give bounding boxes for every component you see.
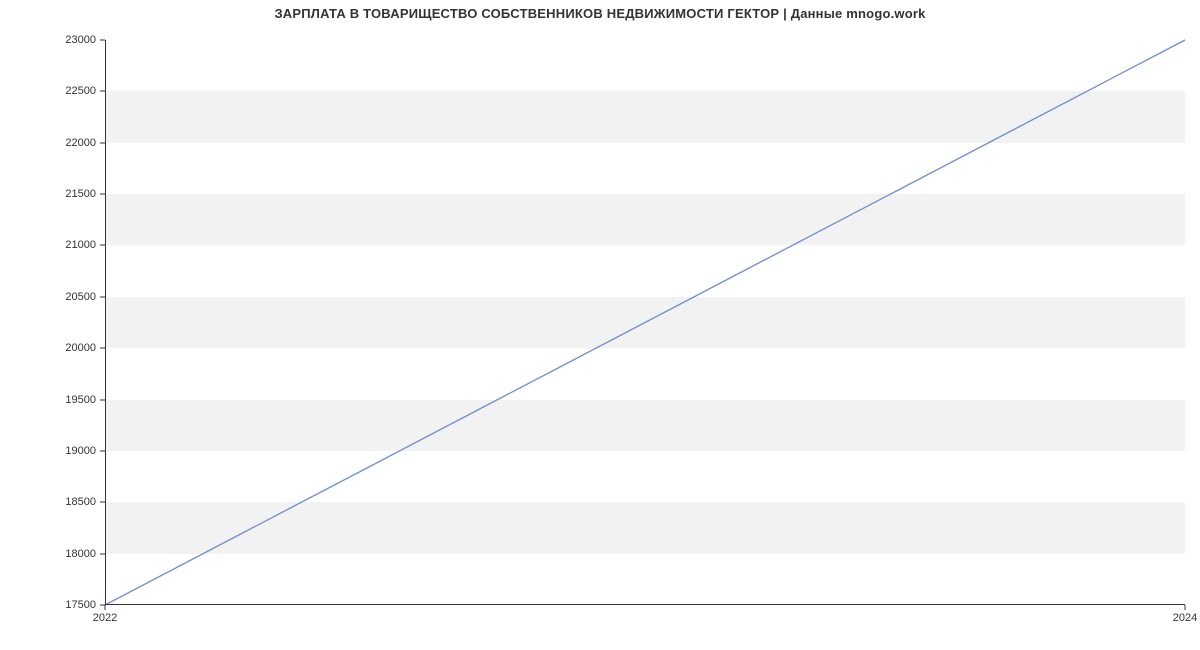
y-tick-mark bbox=[100, 245, 105, 246]
y-tick-label: 20500 bbox=[6, 291, 96, 303]
x-tick-mark bbox=[1185, 605, 1186, 610]
y-tick-label: 23000 bbox=[6, 34, 96, 46]
y-tick-mark bbox=[100, 142, 105, 143]
y-tick-label: 19500 bbox=[6, 394, 96, 406]
y-axis-line bbox=[105, 40, 106, 605]
y-tick-mark bbox=[100, 553, 105, 554]
x-tick-mark bbox=[105, 605, 106, 610]
series-line bbox=[105, 40, 1185, 605]
y-tick-label: 20000 bbox=[6, 342, 96, 354]
y-tick-label: 18000 bbox=[6, 548, 96, 560]
y-tick-label: 19000 bbox=[6, 445, 96, 457]
line-layer bbox=[105, 40, 1185, 605]
y-tick-mark bbox=[100, 502, 105, 503]
x-tick-label: 2022 bbox=[93, 612, 117, 624]
y-tick-mark bbox=[100, 296, 105, 297]
y-tick-label: 18500 bbox=[6, 496, 96, 508]
y-tick-label: 22000 bbox=[6, 137, 96, 149]
y-tick-mark bbox=[100, 40, 105, 41]
chart-title: ЗАРПЛАТА В ТОВАРИЩЕСТВО СОБСТВЕННИКОВ НЕ… bbox=[0, 6, 1200, 21]
y-tick-mark bbox=[100, 91, 105, 92]
y-tick-label: 21000 bbox=[6, 239, 96, 251]
y-tick-label: 21500 bbox=[6, 188, 96, 200]
y-tick-mark bbox=[100, 194, 105, 195]
y-tick-mark bbox=[100, 348, 105, 349]
x-axis-line bbox=[105, 604, 1185, 605]
y-tick-mark bbox=[100, 450, 105, 451]
chart-container: ЗАРПЛАТА В ТОВАРИЩЕСТВО СОБСТВЕННИКОВ НЕ… bbox=[0, 0, 1200, 650]
y-tick-mark bbox=[100, 399, 105, 400]
plot-area bbox=[105, 40, 1185, 605]
y-tick-label: 17500 bbox=[6, 599, 96, 611]
x-tick-label: 2024 bbox=[1173, 612, 1197, 624]
y-tick-label: 22500 bbox=[6, 85, 96, 97]
